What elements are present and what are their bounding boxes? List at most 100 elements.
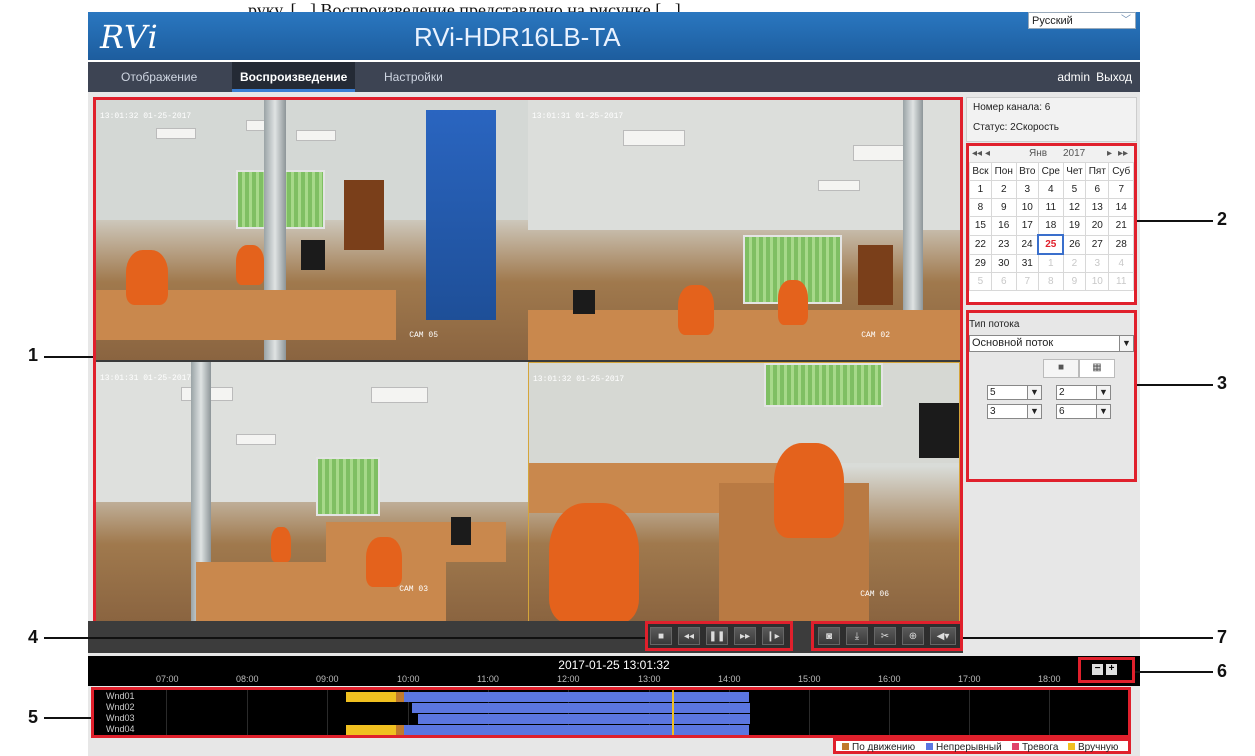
calendar-day[interactable]: 30: [990, 253, 1017, 273]
zoom-button[interactable]: ⊕: [902, 627, 924, 645]
zoom-in-button[interactable]: +: [1106, 664, 1117, 675]
channel-select[interactable]: 6 ▼: [1056, 404, 1111, 419]
calendar-day[interactable]: 6: [1085, 180, 1110, 199]
camera-timestamp: 13:01:32 01-25-2017: [533, 375, 625, 384]
single-view-button[interactable]: ■: [1043, 359, 1079, 378]
hour-tick: 17:00: [958, 674, 981, 684]
frame-step-button[interactable]: ❙▸: [762, 627, 784, 645]
calendar-day[interactable]: 17: [1015, 216, 1039, 236]
weekday-label: Вто: [1015, 162, 1039, 181]
channel-number: Номер канала: 6: [973, 102, 1051, 113]
slow-button[interactable]: ◂◂: [678, 627, 700, 645]
camera-tile[interactable]: 13:01:32 01-25-2017 CAM 05: [96, 100, 528, 360]
playback-controls: ■ ◂◂ ❚❚ ▸▸ ❙▸: [645, 621, 793, 651]
weekday-label: Пят: [1085, 162, 1110, 181]
calendar-day[interactable]: 24: [1015, 234, 1039, 255]
logout-link[interactable]: Выход: [1096, 62, 1132, 92]
track-label: Wnd01: [106, 691, 135, 701]
calendar-day[interactable]: 16: [990, 216, 1017, 236]
prev-month-icon[interactable]: ◂: [985, 146, 990, 162]
camera-tile[interactable]: 13:01:31 01-25-2017 CAM 03: [96, 362, 528, 622]
calendar-day[interactable]: 20: [1085, 216, 1110, 236]
calendar-day[interactable]: 4: [1037, 180, 1064, 199]
stop-button[interactable]: ■: [650, 627, 672, 645]
video-grid[interactable]: 13:01:32 01-25-2017 CAM 05 13:01:31 01-2…: [93, 97, 963, 622]
calendar-day-other-month[interactable]: 5: [969, 272, 992, 291]
volume-button[interactable]: ◀▾: [930, 627, 956, 645]
calendar-day-other-month[interactable]: 7: [1015, 272, 1039, 291]
calendar-day-other-month[interactable]: 2: [1062, 253, 1087, 273]
calendar-day[interactable]: 13: [1085, 198, 1110, 217]
brand-logo: RVi: [100, 18, 159, 56]
record-segment-motion: [396, 725, 404, 735]
calendar-day-other-month[interactable]: 9: [1062, 272, 1087, 291]
calendar-day[interactable]: 11: [1037, 198, 1064, 217]
camera-tile[interactable]: 13:01:31 01-25-2017 CAM 02: [528, 100, 960, 360]
calendar-day[interactable]: 8: [969, 198, 992, 217]
nav-tab-settings[interactable]: Настройки: [376, 62, 451, 92]
callout-number: 3: [1217, 373, 1228, 393]
channel-select[interactable]: 2 ▼: [1056, 385, 1111, 400]
nav-tab-playback[interactable]: Воспроизведение: [232, 62, 356, 92]
calendar-day[interactable]: 1: [969, 180, 992, 199]
channel-select[interactable]: 5 ▼: [987, 385, 1042, 400]
calendar-day-other-month[interactable]: 1: [1037, 253, 1064, 273]
calendar-day[interactable]: 5: [1062, 180, 1087, 199]
calendar-day[interactable]: 27: [1085, 234, 1110, 255]
weekday-label: Вск: [969, 162, 992, 181]
quad-view-button[interactable]: ▦: [1079, 359, 1115, 378]
calendar-day[interactable]: 22: [969, 234, 992, 255]
calendar-day[interactable]: 2: [990, 180, 1017, 199]
playhead[interactable]: [672, 690, 674, 735]
calendar-day[interactable]: 18: [1037, 216, 1064, 236]
calendar-day[interactable]: 28: [1108, 234, 1134, 255]
calendar-day[interactable]: 19: [1062, 216, 1087, 236]
calendar-day-other-month[interactable]: 10: [1085, 272, 1110, 291]
calendar-day[interactable]: 14: [1108, 198, 1134, 217]
calendar-day[interactable]: 31: [1015, 253, 1039, 273]
weekday-label: Чет: [1062, 162, 1087, 181]
calendar-day[interactable]: 21: [1108, 216, 1134, 236]
fast-button[interactable]: ▸▸: [734, 627, 756, 645]
calendar-day[interactable]: 26: [1062, 234, 1087, 255]
timeline-ruler[interactable]: 2017-01-25 13:01:32 07:00 08:00 09:00 10…: [88, 656, 1140, 686]
main-nav: Отображение Воспроизведение Настройки ad…: [88, 62, 1140, 92]
camera-label: CAM 05: [409, 331, 438, 340]
language-select[interactable]: Русский ﹀: [1028, 12, 1136, 29]
snapshot-button[interactable]: ◙: [818, 627, 840, 645]
calendar-day-other-month[interactable]: 8: [1037, 272, 1064, 291]
download-button[interactable]: ⤓: [846, 627, 868, 645]
calendar-day-other-month[interactable]: 6: [990, 272, 1017, 291]
callout-number: 7: [1217, 627, 1228, 647]
record-segment-continuous: [404, 692, 749, 702]
calendar-day[interactable]: 15: [969, 216, 992, 236]
calendar-day-other-month[interactable]: 11: [1108, 272, 1134, 291]
prev-year-icon[interactable]: ◂◂: [972, 146, 982, 162]
legend-swatch: [926, 743, 933, 750]
next-year-icon[interactable]: ▸▸: [1118, 146, 1128, 162]
calendar-day[interactable]: 29: [969, 253, 992, 273]
calendar-day[interactable]: 9: [990, 198, 1017, 217]
next-month-icon[interactable]: ▸: [1107, 146, 1112, 162]
callout-line: [44, 356, 93, 358]
zoom-out-button[interactable]: −: [1092, 664, 1103, 675]
channel-select[interactable]: 3 ▼: [987, 404, 1042, 419]
nav-tab-display[interactable]: Отображение: [113, 62, 205, 92]
calendar-day-other-month[interactable]: 4: [1108, 253, 1134, 273]
calendar-day[interactable]: 3: [1015, 180, 1039, 199]
record-segment-manual: [346, 692, 396, 702]
channel-info-panel: Номер канала: 6 Статус: 2Скорость: [966, 97, 1137, 142]
clip-button[interactable]: ✂: [874, 627, 896, 645]
hour-tick: 10:00: [397, 674, 420, 684]
stream-type-select[interactable]: Основной поток ▼: [969, 335, 1134, 352]
calendar-day[interactable]: 12: [1062, 198, 1087, 217]
calendar-day[interactable]: 10: [1015, 198, 1039, 217]
calendar-day[interactable]: 7: [1108, 180, 1134, 199]
pause-button[interactable]: ❚❚: [706, 627, 728, 645]
calendar-day-selected[interactable]: 25: [1037, 234, 1065, 255]
camera-tile-selected[interactable]: 13:01:32 01-25-2017 CAM 06: [528, 362, 960, 622]
calendar-day-other-month[interactable]: 3: [1085, 253, 1110, 273]
calendar-week: 22 23 24 25 26 27 28: [969, 234, 1134, 255]
record-tracks[interactable]: Wnd01 Wnd02 Wnd03 Wnd04: [91, 687, 1131, 738]
calendar-day[interactable]: 23: [990, 234, 1017, 255]
